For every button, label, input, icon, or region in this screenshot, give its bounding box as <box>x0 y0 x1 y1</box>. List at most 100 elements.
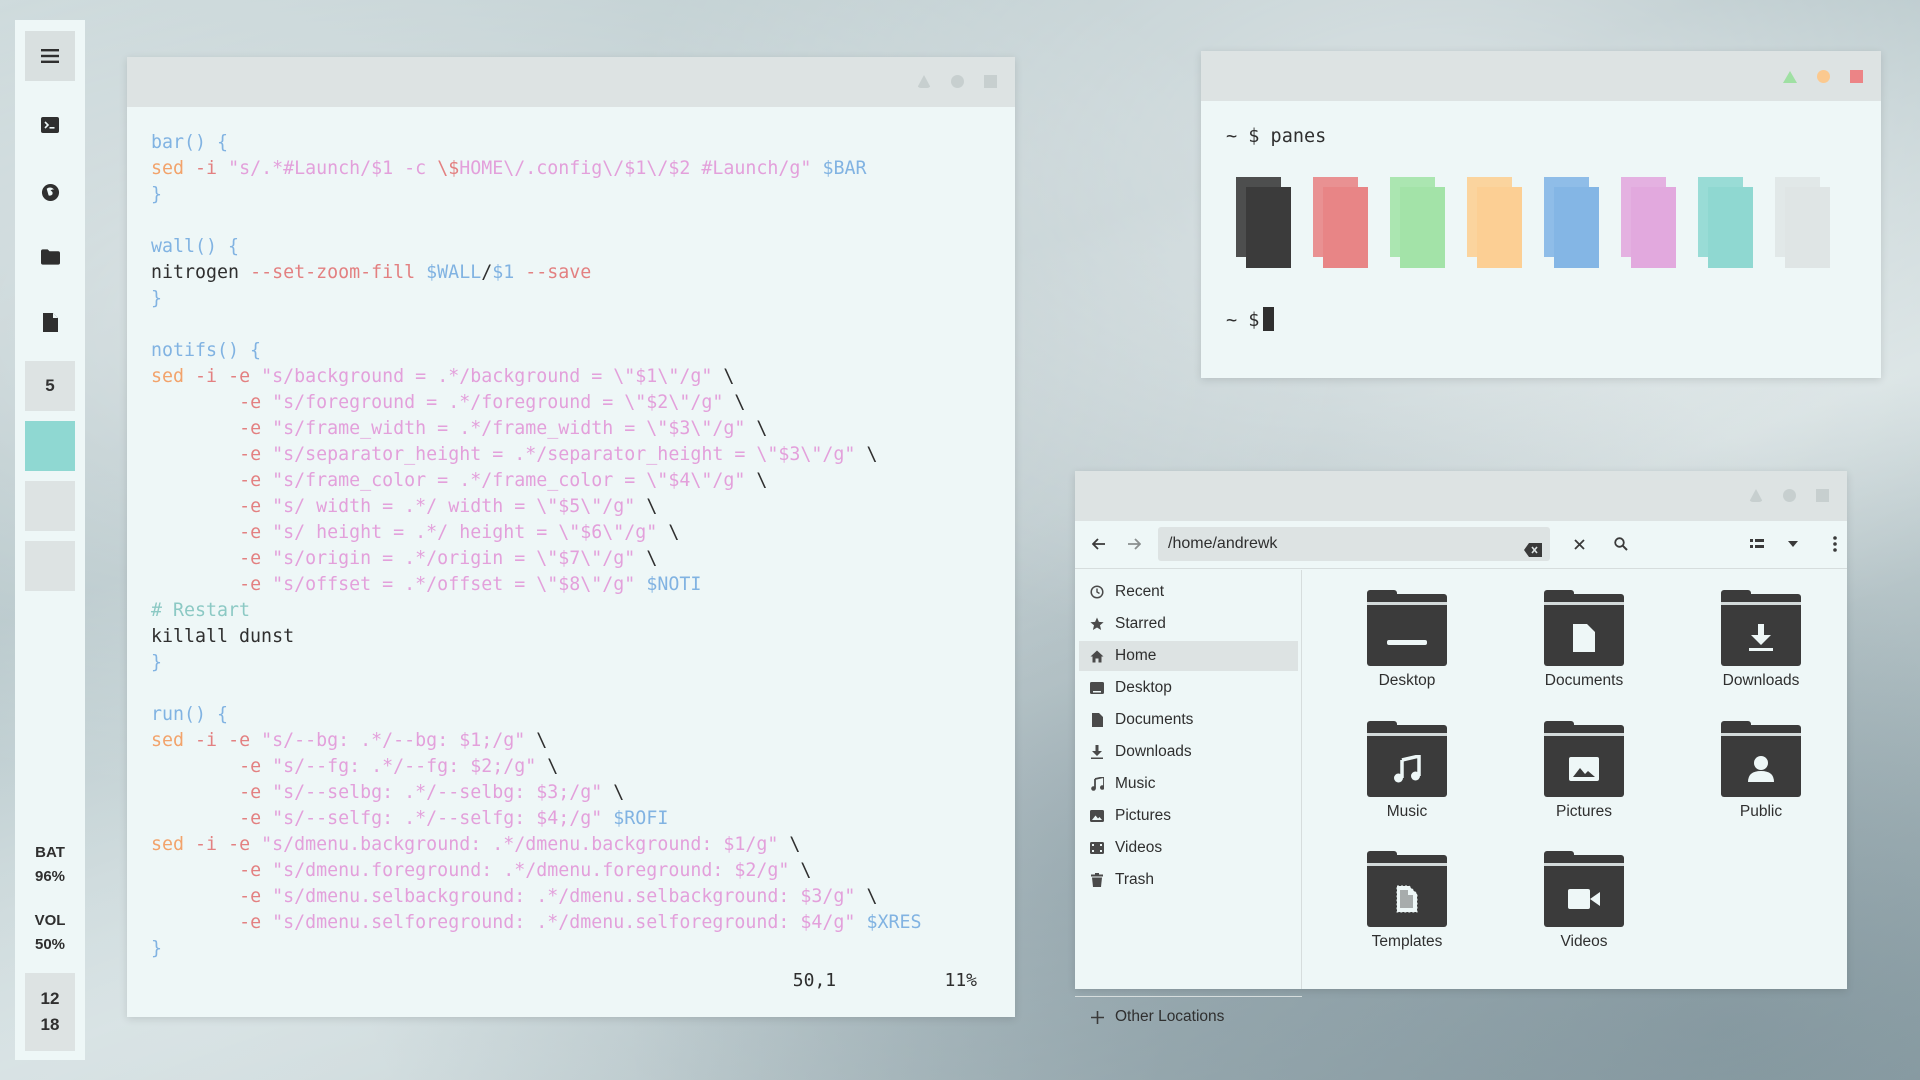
code-line[interactable]: # Restart <box>151 598 995 624</box>
code-token: sed <box>151 730 185 751</box>
sidebar-item-desktop[interactable]: Desktop <box>1079 673 1298 703</box>
code-token: "s/ height = .*/ height = \"$6\"/g" <box>272 522 658 543</box>
workspace-empty-2[interactable] <box>25 541 75 591</box>
code-token: $BAR <box>822 158 867 179</box>
back-button[interactable] <box>1084 529 1114 559</box>
sidebar-item-trash[interactable]: Trash <box>1079 865 1298 895</box>
folder-icon[interactable] <box>25 232 75 282</box>
terminal-icon[interactable] <box>25 100 75 150</box>
code-line[interactable]: } <box>151 650 995 676</box>
sidebar-item-music[interactable]: Music <box>1079 769 1298 799</box>
folder-public[interactable]: Public <box>1691 721 1831 821</box>
code-line[interactable]: sed -i "s/.*#Launch/$1 -c \$HOME\/.confi… <box>151 156 995 182</box>
folder-pictures[interactable]: Pictures <box>1514 721 1654 821</box>
code-line[interactable]: sed -i -e "s/dmenu.background: .*/dmenu.… <box>151 832 995 858</box>
code-line[interactable]: nitrogen --set-zoom-fill $WALL/$1 --save <box>151 260 995 286</box>
view-options-dropdown-icon[interactable] <box>1778 529 1808 559</box>
sidebar-item-pictures[interactable]: Pictures <box>1079 801 1298 831</box>
clear-path-icon[interactable] <box>1524 536 1542 557</box>
path-bar[interactable]: /home/andrewk <box>1158 527 1550 561</box>
menu-icon[interactable] <box>25 31 75 81</box>
close-icon[interactable] <box>1850 70 1863 83</box>
folder-desktop[interactable]: Desktop <box>1337 590 1477 690</box>
code-line[interactable]: -e "s/separator_height = .*/separator_he… <box>151 442 995 468</box>
code-line[interactable]: -e "s/--selfg: .*/--selfg: $4;/g" $ROFI <box>151 806 995 832</box>
terminal-window[interactable]: ~ $ panes ~ $ <box>1201 51 1881 378</box>
close-icon[interactable] <box>1816 489 1829 502</box>
workspace-empty-1[interactable] <box>25 481 75 531</box>
code-line[interactable]: -e "s/ width = .*/ width = \"$5\"/g" \ <box>151 494 995 520</box>
close-icon[interactable] <box>984 75 997 88</box>
view-list-icon[interactable] <box>1742 529 1772 559</box>
folder-videos[interactable]: Videos <box>1514 851 1654 951</box>
folder-music[interactable]: Music <box>1337 721 1477 821</box>
sidebar-item-videos[interactable]: Videos <box>1079 833 1298 863</box>
code-line[interactable]: -e "s/offset = .*/offset = \"$8\"/g" $NO… <box>151 572 995 598</box>
sidebar-item-recent[interactable]: Recent <box>1079 577 1298 607</box>
folder-label: Videos <box>1560 933 1608 950</box>
forward-button[interactable] <box>1119 529 1149 559</box>
code-line[interactable]: killall dunst <box>151 624 995 650</box>
code-line[interactable]: } <box>151 936 995 962</box>
code-line[interactable]: sed -i -e "s/--bg: .*/--bg: $1;/g" \ <box>151 728 995 754</box>
minimize-icon[interactable] <box>1749 489 1763 502</box>
code-line[interactable]: } <box>151 182 995 208</box>
code-line[interactable] <box>151 676 995 702</box>
code-line[interactable]: -e "s/--selbg: .*/--selbg: $3;/g" \ <box>151 780 995 806</box>
maximize-icon[interactable] <box>1817 70 1830 83</box>
code-token: HOME\/.config\/$1\/$2 #Launch/g" <box>459 158 812 179</box>
editor-window[interactable]: bar() {sed -i "s/.*#Launch/$1 -c \$HOME\… <box>127 57 1015 1017</box>
file-icon[interactable] <box>25 297 75 347</box>
code-line[interactable]: run() { <box>151 702 995 728</box>
more-menu-icon[interactable] <box>1820 529 1850 559</box>
close-path-button[interactable] <box>1564 529 1594 559</box>
file-grid: Desktop Documents Downloads Music Pictures Pu… <box>1303 570 1847 989</box>
file-manager-titlebar[interactable] <box>1075 471 1847 521</box>
code-line[interactable]: -e "s/frame_color = .*/frame_color = \"$… <box>151 468 995 494</box>
code-line[interactable]: bar() { <box>151 130 995 156</box>
terminal-prompt-line[interactable]: ~ $ <box>1226 307 1275 331</box>
code-token: -e <box>239 574 262 595</box>
minimize-icon[interactable] <box>917 75 931 88</box>
code-line[interactable]: sed -i -e "s/background = .*/background … <box>151 364 995 390</box>
sidebar-item-home[interactable]: Home <box>1079 641 1298 671</box>
workspace-5[interactable]: 5 <box>25 361 75 411</box>
code-buffer[interactable]: bar() {sed -i "s/.*#Launch/$1 -c \$HOME\… <box>151 130 995 962</box>
file-manager-window[interactable]: /home/andrewk Other Locations Recent Sta… <box>1075 471 1850 1025</box>
folder-downloads[interactable]: Downloads <box>1691 590 1831 690</box>
sidebar-item-other-locations[interactable]: Other Locations <box>1079 1002 1298 1032</box>
code-line[interactable]: -e "s/origin = .*/origin = \"$7\"/g" \ <box>151 546 995 572</box>
firefox-icon[interactable] <box>25 167 75 217</box>
code-line[interactable]: -e "s/--fg: .*/--fg: $2;/g" \ <box>151 754 995 780</box>
code-line[interactable] <box>151 312 995 338</box>
sidebar-item-downloads[interactable]: Downloads <box>1079 737 1298 767</box>
code-line[interactable] <box>151 208 995 234</box>
code-line[interactable]: } <box>151 286 995 312</box>
sidebar-item-documents[interactable]: Documents <box>1079 705 1298 735</box>
code-line[interactable]: -e "s/dmenu.selforeground: .*/dmenu.self… <box>151 910 995 936</box>
folder-documents[interactable]: Documents <box>1514 590 1654 690</box>
workspace-current[interactable] <box>25 421 75 471</box>
code-line[interactable]: -e "s/frame_width = .*/frame_width = \"$… <box>151 416 995 442</box>
minimize-icon[interactable] <box>1783 70 1797 83</box>
terminal-titlebar[interactable] <box>1201 51 1881 101</box>
maximize-icon[interactable] <box>951 75 964 88</box>
code-line[interactable]: -e "s/dmenu.foreground: .*/dmenu.foregro… <box>151 858 995 884</box>
folder-templates[interactable]: Templates <box>1337 851 1477 951</box>
code-line[interactable]: -e "s/ height = .*/ height = \"$6\"/g" \ <box>151 520 995 546</box>
editor-titlebar[interactable] <box>127 57 1015 107</box>
code-line[interactable]: -e "s/foreground = .*/foreground = \"$2\… <box>151 390 995 416</box>
sidebar-item-starred[interactable]: Starred <box>1079 609 1298 639</box>
code-line[interactable]: wall() { <box>151 234 995 260</box>
maximize-icon[interactable] <box>1783 489 1796 502</box>
code-line[interactable]: notifs() { <box>151 338 995 364</box>
search-icon[interactable] <box>1606 529 1636 559</box>
code-line[interactable]: -e "s/dmenu.selbackground: .*/dmenu.selb… <box>151 884 995 910</box>
